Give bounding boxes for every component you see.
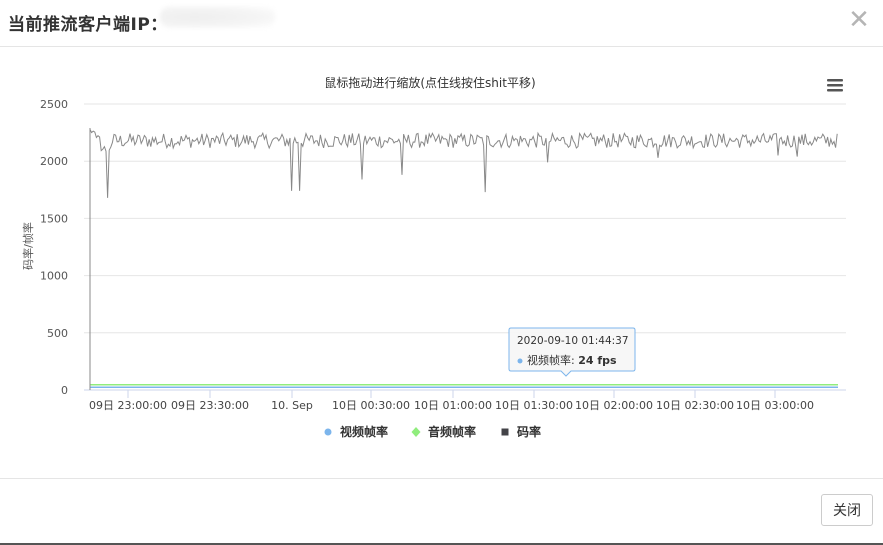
x-tick-label: 09日 23:00:00	[89, 399, 167, 412]
tooltip-time: 2020-09-10 01:44:37	[517, 335, 629, 347]
legend-item-label[interactable]: 视频帧率	[340, 424, 388, 439]
legend-marker-bitrate	[501, 428, 509, 436]
y-tick-label: 0	[61, 384, 68, 397]
chart-tooltip: 2020-09-10 01:44:37 视频帧率: 24 fps	[508, 327, 636, 377]
x-tick-label: 09日 23:30:00	[171, 399, 249, 412]
x-tick-label: 10. Sep	[271, 399, 313, 412]
dialog-title: 当前推流客户端IP：	[8, 15, 168, 35]
series-line-bitrate	[89, 128, 838, 390]
tooltip-series-name: 视频帧率: 24 fps	[527, 353, 617, 367]
y-tick-label: 500	[47, 327, 68, 340]
hamburger-menu-icon[interactable]	[826, 77, 844, 95]
stream-stats-dialog: 当前推流客户端IP： ✕ 鼠标拖动进行缩放(点住线按住shit平移) 码率/帧率…	[0, 0, 883, 545]
close-button[interactable]: 关闭	[821, 494, 873, 526]
bitrate-framerate-chart[interactable]: 鼠标拖动进行缩放(点住线按住shit平移) 码率/帧率 0 500 1000 1500…	[0, 60, 883, 460]
y-axis-label: 码率/帧率	[21, 222, 35, 270]
y-tick-label: 1500	[40, 212, 68, 225]
legend-marker-video	[324, 428, 332, 436]
x-tick-label: 10日 02:30:00	[656, 399, 734, 412]
x-tick-label: 10日 02:00:00	[575, 399, 653, 412]
chart-title: 鼠标拖动进行缩放(点住线按住shit平移)	[324, 75, 535, 90]
tooltip-value: 24 fps	[578, 354, 617, 367]
x-tick-label: 10日 01:30:00	[495, 399, 573, 412]
chart-container[interactable]: 鼠标拖动进行缩放(点住线按住shit平移) 码率/帧率 0 500 1000 1500…	[0, 60, 883, 460]
y-tick-label: 2500	[40, 98, 68, 111]
legend-item-label[interactable]: 码率	[517, 424, 541, 439]
dialog-footer: 关闭	[0, 478, 883, 543]
tooltip-marker	[517, 358, 523, 364]
legend-item-label[interactable]: 音频帧率	[428, 424, 476, 439]
x-tick-label: 10日 01:00:00	[414, 399, 492, 412]
x-tick-label: 10日 00:30:00	[332, 399, 410, 412]
legend-marker-audio	[411, 427, 421, 437]
dialog-header: 当前推流客户端IP： ✕	[0, 0, 883, 47]
close-icon[interactable]: ✕	[847, 6, 871, 34]
x-tick-label: 10日 03:00:00	[736, 399, 814, 412]
y-tick-label: 1000	[40, 270, 68, 283]
redacted-ip	[160, 6, 275, 28]
y-tick-label: 2000	[40, 155, 68, 168]
